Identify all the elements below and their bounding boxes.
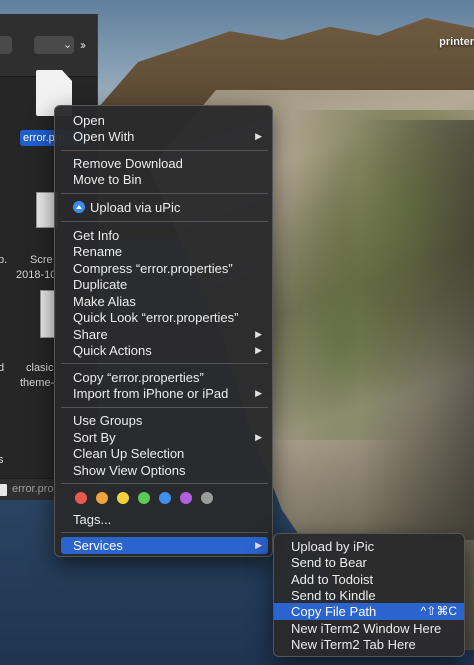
service-new-iterm-tab[interactable]: New iTerm2 Tab Here [274, 636, 464, 653]
menu-item-label: Get Info [73, 228, 120, 243]
menu-item-label: Sort By [73, 430, 116, 445]
service-copy-file-path[interactable]: Copy File Path ^⇧⌘C [274, 603, 464, 620]
menu-item-label: Open [73, 113, 105, 128]
menu-item-label: Quick Look “error.properties” [73, 310, 239, 325]
menu-item-label: Compress “error.properties” [73, 261, 233, 276]
menu-item-tags[interactable]: Tags... [61, 511, 268, 528]
menu-item-share[interactable]: Share ▶ [61, 326, 268, 343]
service-upload-ipic[interactable]: Upload by iPic [274, 538, 464, 555]
menu-item-sort-by[interactable]: Sort By ▶ [61, 429, 268, 446]
menu-item-remove-download[interactable]: Remove Download [61, 155, 268, 172]
menu-item-use-groups[interactable]: Use Groups [61, 412, 268, 429]
file-label-fragment: 2018-10 [16, 269, 57, 281]
file-label-fragment: s [0, 454, 4, 466]
menu-item-label: Open With [73, 129, 135, 144]
service-new-iterm-window[interactable]: New iTerm2 Window Here [274, 620, 464, 637]
tag-purple-icon[interactable] [180, 492, 192, 504]
menu-item-compress[interactable]: Compress “error.properties” [61, 260, 268, 277]
menu-item-quick-look[interactable]: Quick Look “error.properties” [61, 309, 268, 326]
service-label: Copy File Path [291, 604, 377, 619]
wallpaper-shadow [360, 120, 474, 540]
menu-item-label: Quick Actions [73, 343, 152, 358]
menu-item-upload-upic[interactable]: Upload via uPic [61, 199, 268, 216]
menu-item-label: Clean Up Selection [73, 446, 185, 461]
menu-separator [61, 532, 268, 533]
upic-cloud-icon [73, 201, 85, 213]
tag-gray-icon[interactable] [201, 492, 213, 504]
menu-item-open-with[interactable]: Open With ▶ [61, 128, 268, 145]
menu-item-label: Use Groups [73, 413, 143, 428]
menu-item-open[interactable]: Open [61, 112, 268, 129]
submenu-arrow-icon: ▶ [255, 540, 262, 550]
service-add-to-todoist[interactable]: Add to Todoist [274, 571, 464, 588]
menu-item-move-to-bin[interactable]: Move to Bin [61, 171, 268, 188]
menu-separator [61, 483, 268, 484]
menu-item-label: Services [73, 538, 123, 553]
tag-red-icon[interactable] [75, 492, 87, 504]
document-icon [0, 484, 7, 496]
menu-item-label: Make Alias [73, 294, 136, 309]
menu-item-clean-up[interactable]: Clean Up Selection [61, 445, 268, 462]
menu-item-label: Import from iPhone or iPad [73, 386, 229, 401]
file-label-fragment: d [0, 362, 4, 374]
services-submenu: Upload by iPic Send to Bear Add to Todoi… [273, 533, 465, 657]
service-send-to-kindle[interactable]: Send to Kindle [274, 587, 464, 604]
menu-item-label: Duplicate [73, 277, 128, 292]
desktop-item-label[interactable]: printer [439, 36, 474, 48]
file-label-fragment: Scre [30, 254, 53, 266]
menu-item-import-iphone[interactable]: Import from iPhone or iPad ▶ [61, 385, 268, 402]
menu-separator [61, 221, 268, 222]
menu-item-quick-actions[interactable]: Quick Actions ▶ [61, 342, 268, 359]
menu-item-label: Share [73, 327, 108, 342]
tag-green-icon[interactable] [138, 492, 150, 504]
menu-item-label: Upload via uPic [90, 200, 181, 215]
keyboard-shortcut: ^⇧⌘C [420, 604, 457, 618]
tag-orange-icon[interactable] [96, 492, 108, 504]
chevron-down-icon: ⌄ [63, 39, 73, 51]
toolbar-overflow-icon[interactable]: ›› [80, 36, 86, 54]
menu-item-view-options[interactable]: Show View Options [61, 462, 268, 479]
menu-item-duplicate[interactable]: Duplicate [61, 276, 268, 293]
menu-item-rename[interactable]: Rename [61, 243, 268, 260]
menu-item-make-alias[interactable]: Make Alias [61, 293, 268, 310]
menu-item-label: Tags... [73, 512, 112, 527]
file-label-fragment: theme- [20, 377, 55, 389]
tag-blue-icon[interactable] [159, 492, 171, 504]
menu-item-services[interactable]: Services ▶ [61, 537, 268, 554]
menu-separator [61, 193, 268, 194]
menu-separator [61, 363, 268, 364]
submenu-arrow-icon: ▶ [255, 345, 262, 355]
file-label-fragment: clasic [26, 362, 54, 374]
menu-item-label: Remove Download [73, 156, 183, 171]
submenu-arrow-icon: ▶ [255, 329, 262, 339]
context-menu: Open Open With ▶ Remove Download Move to … [54, 105, 273, 557]
menu-separator [61, 407, 268, 408]
menu-item-label: Copy “error.properties” [73, 370, 204, 385]
menu-item-label: Move to Bin [73, 172, 142, 187]
menu-item-get-info[interactable]: Get Info [61, 227, 268, 244]
service-send-to-bear[interactable]: Send to Bear [274, 554, 464, 571]
submenu-arrow-icon: ▶ [255, 131, 262, 141]
tag-yellow-icon[interactable] [117, 492, 129, 504]
submenu-arrow-icon: ▶ [255, 388, 262, 398]
view-mode-button[interactable] [0, 36, 12, 54]
path-bar-label[interactable]: error.pro [12, 483, 54, 495]
menu-item-label: Show View Options [73, 463, 186, 478]
submenu-arrow-icon: ▶ [255, 432, 262, 442]
menu-item-copy[interactable]: Copy “error.properties” [61, 369, 268, 386]
menu-item-label: Rename [73, 244, 123, 259]
menu-separator [61, 150, 268, 151]
finder-toolbar: ⌄ ›› [0, 14, 97, 77]
file-label-fragment: p. [0, 254, 8, 266]
